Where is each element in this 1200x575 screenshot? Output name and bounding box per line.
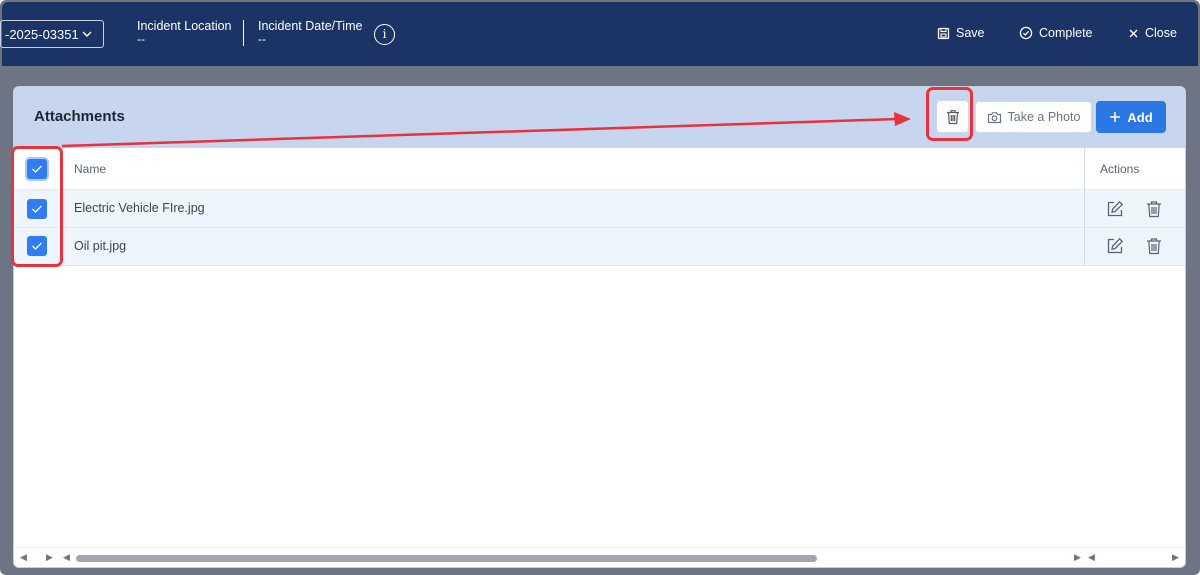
incident-datetime-label: Incident Date/Time: [258, 19, 363, 33]
incident-datetime-value: --: [258, 32, 266, 46]
incident-location: Incident Location --: [137, 20, 232, 46]
arrow-right-icon[interactable]: ▶: [1074, 553, 1081, 562]
save-button[interactable]: Save: [937, 26, 985, 40]
edit-icon[interactable]: [1106, 237, 1124, 255]
check-circle-icon: [1019, 26, 1033, 40]
actions-column-divider: [1084, 148, 1085, 190]
annotation-highlight-checkboxes: [11, 146, 63, 267]
attachment-name[interactable]: Electric Vehicle FIre.jpg: [74, 201, 205, 215]
plus-icon: [1110, 112, 1121, 122]
complete-label: Complete: [1039, 26, 1093, 40]
attachment-name[interactable]: Oil pit.jpg: [74, 239, 126, 253]
column-header-actions: Actions: [1100, 162, 1140, 176]
incident-location-label: Incident Location: [137, 19, 232, 33]
actions-column-divider: [1084, 190, 1085, 228]
incident-location-value: --: [137, 32, 145, 46]
complete-button[interactable]: Complete: [1019, 26, 1093, 40]
column-header-name[interactable]: Name: [74, 162, 106, 176]
chevron-down-icon: [82, 31, 92, 37]
arrow-right-icon[interactable]: ▶: [1172, 553, 1179, 562]
add-button[interactable]: Add: [1096, 101, 1166, 133]
attachments-header: Attachments Take a Photo Add: [14, 87, 1185, 148]
table-row[interactable]: Oil pit.jpg: [14, 228, 1185, 266]
arrow-left-icon[interactable]: ◀: [63, 553, 70, 562]
annotation-highlight-delete: [926, 87, 973, 141]
trash-icon[interactable]: [1146, 200, 1162, 218]
attachments-title: Attachments: [34, 108, 125, 125]
camera-icon: [987, 111, 1001, 123]
close-label: Close: [1145, 26, 1177, 40]
save-icon: [937, 27, 950, 39]
save-label: Save: [956, 26, 985, 40]
table-row[interactable]: Electric Vehicle FIre.jpg: [14, 190, 1185, 228]
header-divider: [243, 20, 244, 46]
take-photo-label: Take a Photo: [1007, 110, 1081, 124]
incident-datetime: Incident Date/Time --: [258, 20, 362, 46]
add-label: Add: [1127, 109, 1153, 125]
edit-icon[interactable]: [1106, 200, 1124, 218]
top-bar: -2025-03351 Incident Location -- Inciden…: [0, 2, 1198, 66]
arrow-left-icon[interactable]: ◀: [20, 553, 27, 562]
actions-column-divider: [1084, 228, 1085, 266]
arrow-left-icon[interactable]: ◀: [1088, 553, 1095, 562]
trash-icon[interactable]: [1146, 237, 1162, 255]
incident-id-value: -2025-03351: [5, 26, 79, 42]
close-icon: [1129, 29, 1138, 37]
attachments-panel: Attachments Take a Photo Add Name Action…: [13, 86, 1186, 568]
scrollbar-thumb[interactable]: [76, 555, 817, 562]
table-header: Name Actions: [14, 148, 1185, 190]
arrow-right-icon[interactable]: ▶: [46, 553, 53, 562]
take-photo-button[interactable]: Take a Photo: [975, 101, 1092, 133]
app-window: -2025-03351 Incident Location -- Inciden…: [0, 0, 1200, 575]
info-icon[interactable]: i: [374, 24, 395, 45]
close-button[interactable]: Close: [1128, 26, 1177, 40]
incident-id-select[interactable]: -2025-03351: [0, 20, 104, 48]
horizontal-scrollbar[interactable]: ◀ ▶ ◀ ▶ ◀ ▶: [14, 547, 1185, 567]
